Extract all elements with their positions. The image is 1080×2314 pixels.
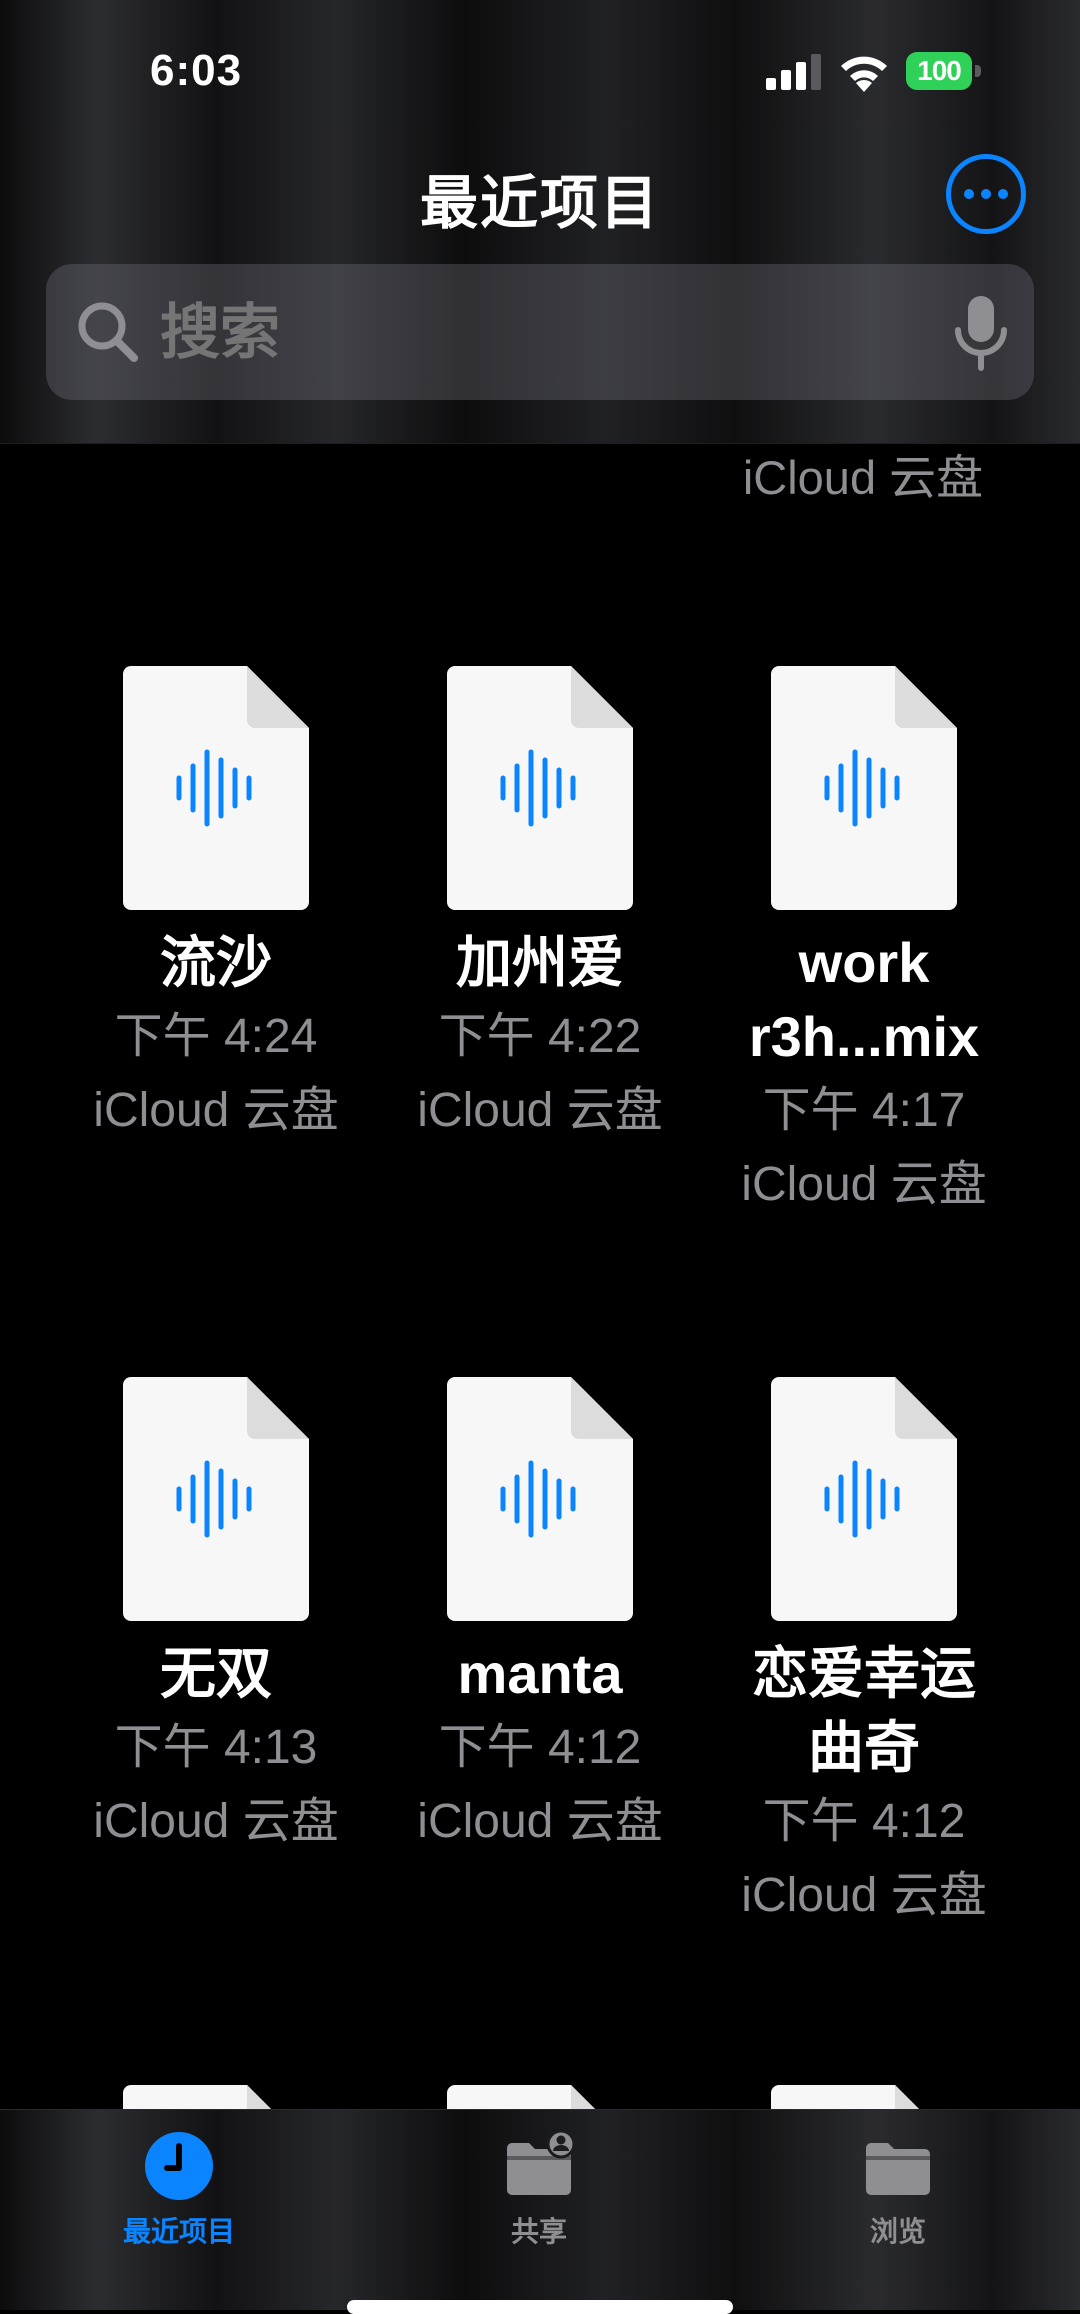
shared-folder-icon bbox=[507, 2130, 575, 2195]
file-name: 恋爱幸运曲奇 bbox=[752, 1642, 976, 1779]
audio-file-icon[interactable] bbox=[447, 2085, 633, 2109]
file-location: iCloud 云盘 bbox=[742, 451, 984, 504]
audio-file-icon bbox=[123, 666, 309, 910]
file-name: manta bbox=[457, 1642, 623, 1705]
search-icon bbox=[78, 302, 138, 362]
audio-file-icon[interactable] bbox=[123, 2085, 309, 2109]
file-item[interactable]: 加州爱 下午 4:22 iCloud 云盘 bbox=[375, 666, 705, 1148]
audio-file-icon[interactable] bbox=[771, 2085, 957, 2109]
audio-file-icon bbox=[447, 1377, 633, 1621]
file-location: iCloud 云盘 bbox=[741, 1869, 987, 1922]
audio-file-icon bbox=[123, 1377, 309, 1621]
file-location: iCloud 云盘 bbox=[93, 1084, 339, 1137]
file-location: iCloud 云盘 bbox=[417, 1795, 663, 1848]
audio-file-icon bbox=[771, 666, 957, 910]
file-location: iCloud 云盘 bbox=[93, 1795, 339, 1848]
clock-icon bbox=[145, 2132, 213, 2200]
ellipsis-dot bbox=[964, 189, 974, 199]
file-modified-time: 下午 4:12 bbox=[762, 1795, 966, 1848]
tab-label: 最近项目 bbox=[122, 2216, 235, 2247]
file-name: work r3h...mix bbox=[748, 931, 980, 1068]
ellipsis-dot bbox=[981, 189, 991, 199]
home-indicator[interactable] bbox=[347, 2300, 733, 2314]
audio-file-icon bbox=[447, 666, 633, 910]
file-item[interactable]: 恋爱幸运曲奇 下午 4:12 iCloud 云盘 bbox=[699, 1377, 1029, 1933]
file-modified-time: 下午 4:12 bbox=[438, 1721, 642, 1774]
audio-file-icon bbox=[771, 1377, 957, 1621]
tab-label: 共享 bbox=[510, 2216, 567, 2247]
status-time: 6:03 bbox=[150, 46, 243, 95]
tab-browse[interactable]: 浏览 bbox=[778, 2110, 1018, 2250]
navigation-header: 6:03 100 最近项目 bbox=[0, 0, 1080, 444]
file-item[interactable]: 无双 下午 4:13 iCloud 云盘 bbox=[51, 1377, 381, 1859]
battery-cap bbox=[975, 65, 981, 77]
search-bar[interactable] bbox=[46, 264, 1034, 402]
tab-shared[interactable]: 共享 bbox=[419, 2110, 659, 2250]
battery-level: 100 bbox=[906, 52, 972, 90]
tab-label: 浏览 bbox=[869, 2216, 926, 2247]
ellipsis-dot bbox=[998, 189, 1008, 199]
more-options-button[interactable] bbox=[946, 154, 1026, 234]
file-name: 无双 bbox=[160, 1642, 272, 1705]
file-item[interactable]: 流沙 下午 4:24 iCloud 云盘 bbox=[51, 666, 381, 1148]
search-input[interactable] bbox=[158, 264, 942, 402]
file-modified-time: 下午 4:17 bbox=[762, 1084, 966, 1137]
wifi-icon bbox=[841, 56, 887, 92]
cellular-signal-icon bbox=[766, 54, 821, 90]
file-location: iCloud 云盘 bbox=[741, 1158, 987, 1211]
recent-files-grid: iCloud 云盘 流沙 下午 4:24 iCloud 云盘 加州爱 下午 4:… bbox=[0, 443, 1080, 2109]
tab-bar: 最近项目 共享 浏览 bbox=[0, 2109, 1080, 2310]
page-title: 最近项目 bbox=[419, 171, 660, 236]
file-location: iCloud 云盘 bbox=[417, 1084, 663, 1137]
file-item[interactable]: work r3h...mix 下午 4:17 iCloud 云盘 bbox=[699, 666, 1029, 1222]
tab-recents[interactable]: 最近项目 bbox=[59, 2110, 299, 2250]
file-modified-time: 下午 4:24 bbox=[114, 1010, 318, 1063]
status-bar: 6:03 100 bbox=[0, 0, 1080, 140]
file-modified-time: 下午 4:13 bbox=[114, 1721, 318, 1774]
battery-indicator: 100 bbox=[906, 52, 984, 90]
file-item[interactable]: manta 下午 4:12 iCloud 云盘 bbox=[375, 1377, 705, 1859]
folder-icon bbox=[866, 2143, 930, 2195]
file-name: 加州爱 bbox=[456, 931, 624, 994]
file-name: 流沙 bbox=[160, 931, 272, 994]
microphone-icon[interactable] bbox=[946, 292, 1016, 376]
file-modified-time: 下午 4:22 bbox=[438, 1010, 642, 1063]
